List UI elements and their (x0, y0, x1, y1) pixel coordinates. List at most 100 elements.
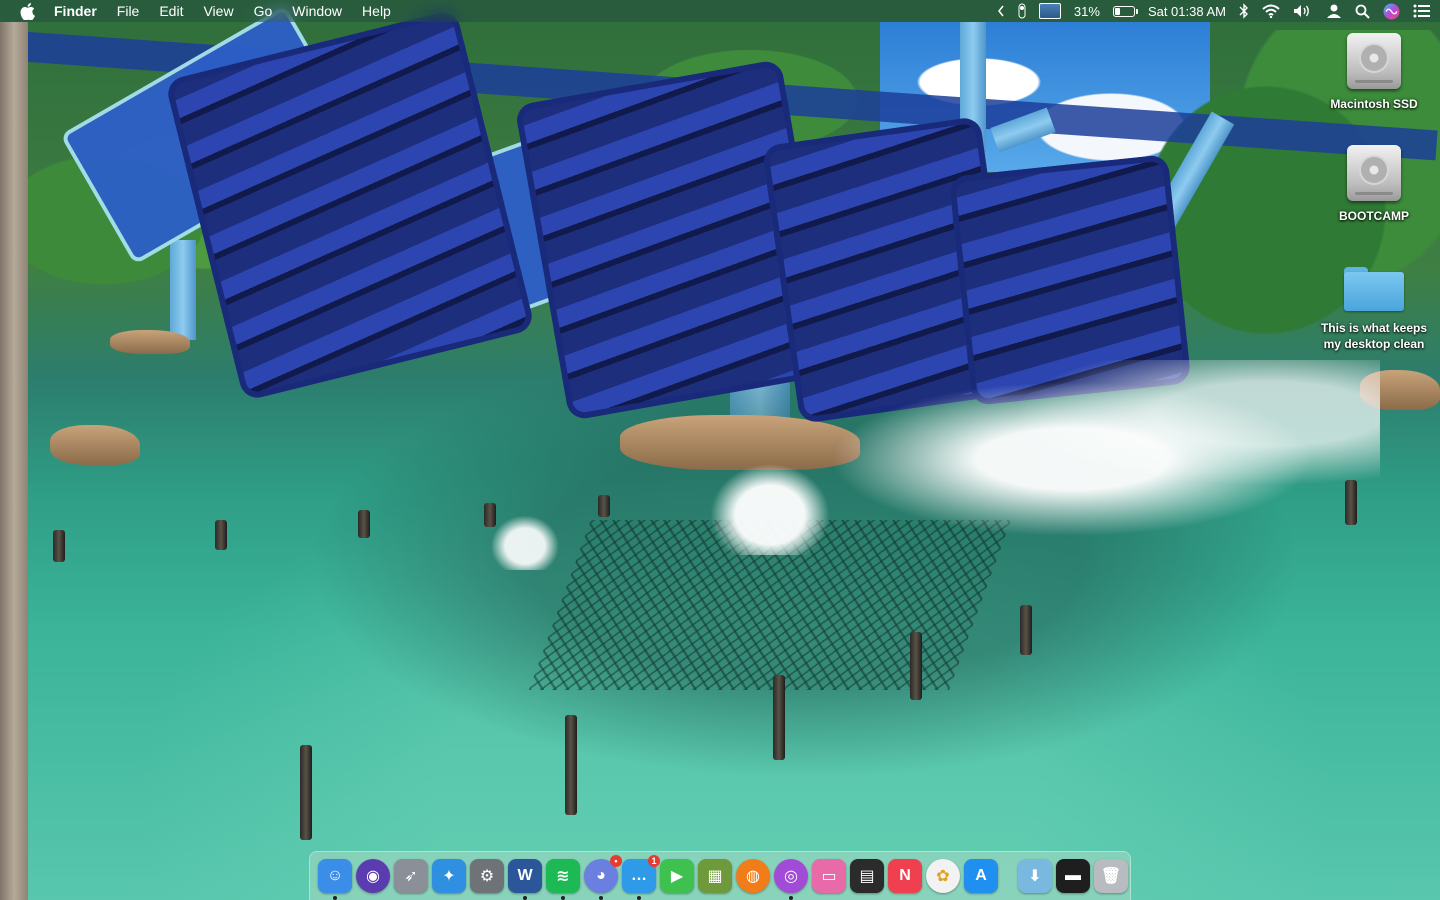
trash-icon[interactable]: 🗑 (1094, 859, 1128, 893)
app-store-icon[interactable]: A (964, 859, 998, 893)
menu-window[interactable]: Window (282, 0, 352, 22)
wallpaper-rock (50, 425, 140, 465)
launchpad-icon[interactable]: ➶ (394, 859, 428, 893)
dock-glyph: ☺ (326, 867, 344, 884)
hard-drive-icon (1343, 30, 1405, 92)
wallpaper-post (598, 495, 610, 517)
firefox-icon[interactable]: ◍ (736, 859, 770, 893)
word-icon[interactable]: W (508, 859, 542, 900)
dock-glyph: ◍ (746, 868, 760, 885)
dock-glyph: ◉ (366, 868, 380, 885)
activity-monitor-icon[interactable]: ▤ (850, 859, 884, 893)
photos-icon[interactable]: ✿ (926, 859, 960, 893)
desktop-icon-label: This is what keeps my desktop clean (1320, 321, 1428, 351)
wallpaper-post (1020, 605, 1032, 655)
notes-folder-icon[interactable]: ▭ (812, 859, 846, 893)
siri-icon[interactable] (1383, 0, 1400, 22)
battery-icon[interactable] (1112, 0, 1138, 22)
minecraft-icon[interactable]: ▦ (698, 859, 732, 893)
dock-glyph: ✦ (442, 868, 456, 885)
wallpaper-splash (700, 455, 840, 555)
dock-glyph: ➶ (404, 868, 418, 885)
volume-icon[interactable] (1293, 0, 1313, 22)
dock-glyph: ◕ (596, 867, 606, 884)
folder-icon (1343, 254, 1405, 316)
menu-view[interactable]: View (193, 0, 243, 22)
dock-glyph: ≋ (556, 868, 570, 885)
running-indicator (333, 896, 337, 900)
news-icon[interactable]: N (888, 859, 922, 893)
dock-glyph: N (899, 867, 911, 884)
dock-glyph: ⬇ (1028, 868, 1042, 885)
dock-glyph: ▶ (670, 868, 684, 885)
dock-glyph: ▦ (707, 868, 723, 885)
desktop-icon-bootcamp[interactable]: BOOTCAMP (1309, 142, 1439, 224)
vpn-toggle-icon[interactable] (1018, 0, 1026, 22)
spotlight-search-icon[interactable] (1355, 0, 1370, 22)
desktop-icon-label: Macintosh SSD (1330, 97, 1418, 111)
desktop-icon-label: BOOTCAMP (1339, 209, 1409, 223)
chevron-left-icon[interactable] (997, 0, 1005, 22)
wallpaper-splash (485, 510, 565, 570)
wallpaper-post (565, 715, 577, 815)
dock-glyph: ▤ (859, 868, 875, 885)
notification-badge: 1 (648, 855, 660, 867)
spotify-icon[interactable]: ≋ (546, 859, 580, 900)
facetime-icon[interactable]: ▶ (660, 859, 694, 893)
safari-icon[interactable]: ✦ (432, 859, 466, 893)
desktop-icon-macintosh-ssd[interactable]: Macintosh SSD (1309, 30, 1439, 112)
finder-icon[interactable]: ☺ (318, 859, 352, 900)
wallpaper-post (358, 510, 370, 538)
wallpaper-rock (110, 330, 190, 354)
dock-glyph: … (631, 867, 647, 884)
running-indicator (789, 896, 793, 900)
notification-center-icon[interactable] (1413, 0, 1430, 22)
dock-glyph: W (517, 867, 533, 884)
dock-glyph: A (975, 867, 987, 884)
wifi-icon[interactable] (1262, 0, 1280, 22)
dock-glyph: ▬ (1065, 867, 1081, 884)
wallpaper-tree-trunk (0, 22, 28, 900)
running-indicator (523, 896, 527, 900)
dock-glyph: ▭ (821, 868, 837, 885)
dock-glyph: ◎ (784, 868, 798, 885)
wallpaper-post (1345, 480, 1357, 525)
wallpaper-post (53, 530, 65, 562)
wallpaper-splash (820, 360, 1380, 540)
dock: ☺ ◉ ➶ ✦ ⚙ W ≋ ◕ •… 1 ▶ ▦ ◍ ◎ ▭ ▤ N ✿ A ⬇ ▬ 🗑 (309, 851, 1131, 900)
battery-percent[interactable]: 31% (1074, 0, 1100, 22)
system-preferences-icon[interactable]: ⚙ (470, 859, 504, 893)
menu-file[interactable]: File (107, 0, 150, 22)
bluetooth-icon[interactable] (1239, 0, 1249, 22)
apple-logo-icon[interactable] (20, 2, 36, 20)
podcasts-icon[interactable]: ◎ (774, 859, 808, 900)
wallpaper-post (300, 745, 312, 840)
running-indicator (561, 896, 565, 900)
display-mirroring-icon[interactable] (1038, 0, 1061, 22)
user-account-icon[interactable] (1326, 0, 1342, 22)
wallpaper-post (910, 632, 922, 700)
desktop-icon-clean-folder[interactable]: This is what keeps my desktop clean (1309, 254, 1439, 352)
running-indicator (599, 896, 603, 900)
menubar-clock[interactable]: Sat 01:38 AM (1148, 0, 1226, 22)
messages-icon[interactable]: … 1 (622, 855, 660, 900)
downloads-folder-icon[interactable]: ⬇ (1018, 859, 1052, 893)
dock-glyph: ⚙ (479, 868, 495, 885)
wallpaper-post (773, 675, 785, 760)
wallpaper-post (215, 520, 227, 550)
menu-app-finder[interactable]: Finder (54, 0, 107, 22)
wallpaper-support (170, 240, 196, 340)
screenshot-stack-icon[interactable]: ▬ (1056, 859, 1090, 893)
menu-help[interactable]: Help (352, 0, 401, 22)
discord-icon[interactable]: ◕ • (584, 855, 622, 900)
dock-glyph: ✿ (936, 868, 950, 885)
notification-badge: • (610, 855, 622, 867)
menu-bar: Finder File Edit View Go Window Help 31%… (0, 0, 1440, 22)
siri-icon[interactable]: ◉ (356, 859, 390, 893)
running-indicator (637, 896, 641, 900)
desktop-wallpaper (0, 0, 1440, 900)
menu-edit[interactable]: Edit (149, 0, 193, 22)
menu-go[interactable]: Go (244, 0, 283, 22)
dock-glyph: 🗑 (1100, 868, 1122, 885)
hard-drive-icon (1343, 142, 1405, 204)
